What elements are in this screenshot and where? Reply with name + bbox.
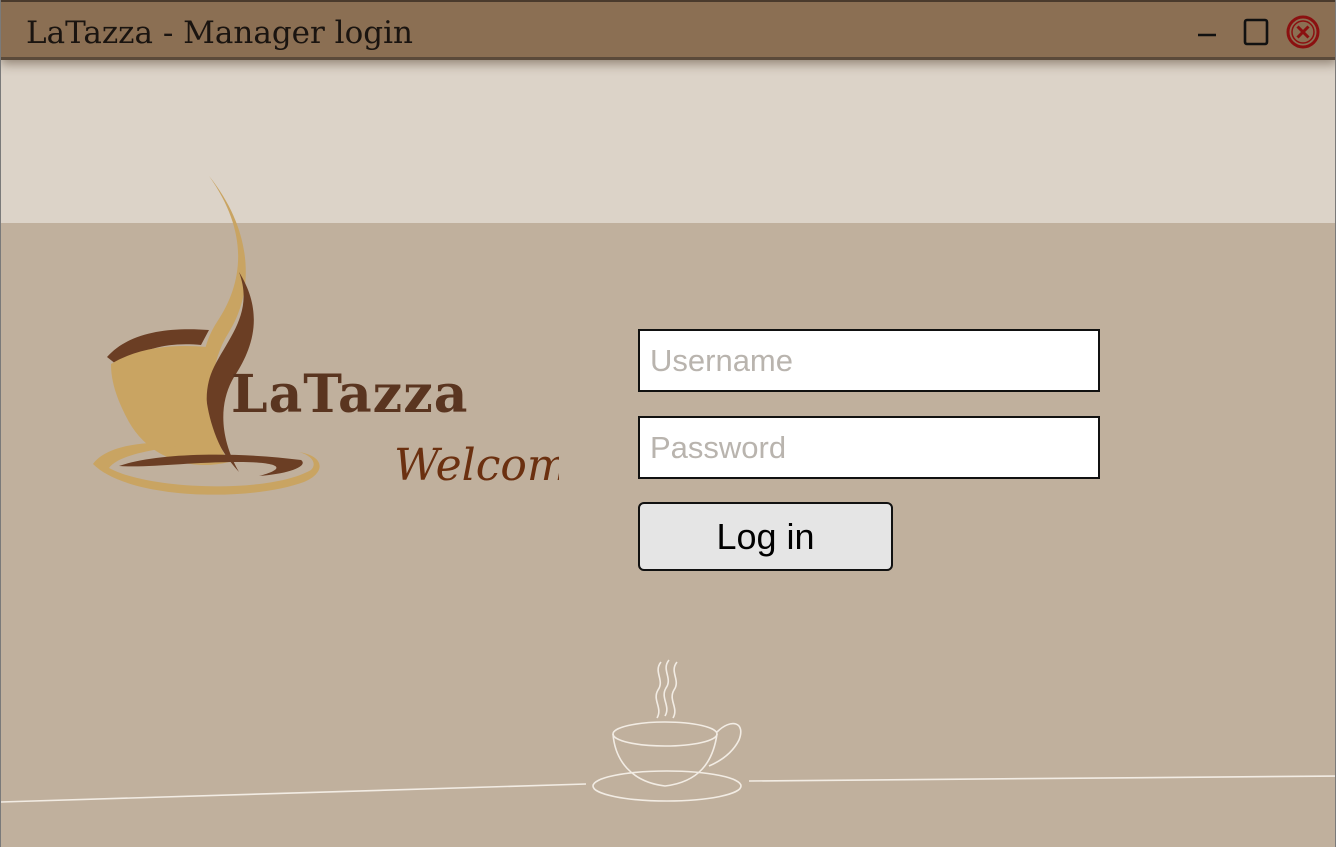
close-button[interactable]	[1285, 12, 1320, 50]
coffee-cup-logo: LaTazza Welcome	[93, 176, 559, 495]
login-button[interactable]: Log in	[638, 502, 893, 571]
login-window: LaTazza - Manager login LaTazza Welco Us…	[0, 0, 1336, 847]
welcome-text: Welcome	[394, 440, 559, 491]
minimize-icon	[1198, 33, 1216, 37]
brand-wordmark: LaTazza	[231, 364, 468, 425]
maximize-button[interactable]	[1239, 12, 1273, 50]
maximize-icon	[1243, 18, 1269, 46]
password-field[interactable]	[638, 416, 1100, 479]
minimize-button[interactable]	[1189, 12, 1223, 50]
window-title: LaTazza - Manager login	[26, 15, 413, 51]
title-bar[interactable]: LaTazza - Manager login	[1, 0, 1335, 60]
username-field[interactable]	[638, 329, 1100, 392]
coffee-cup-line-art	[1, 659, 1335, 803]
close-circle-x-icon	[1286, 15, 1320, 49]
